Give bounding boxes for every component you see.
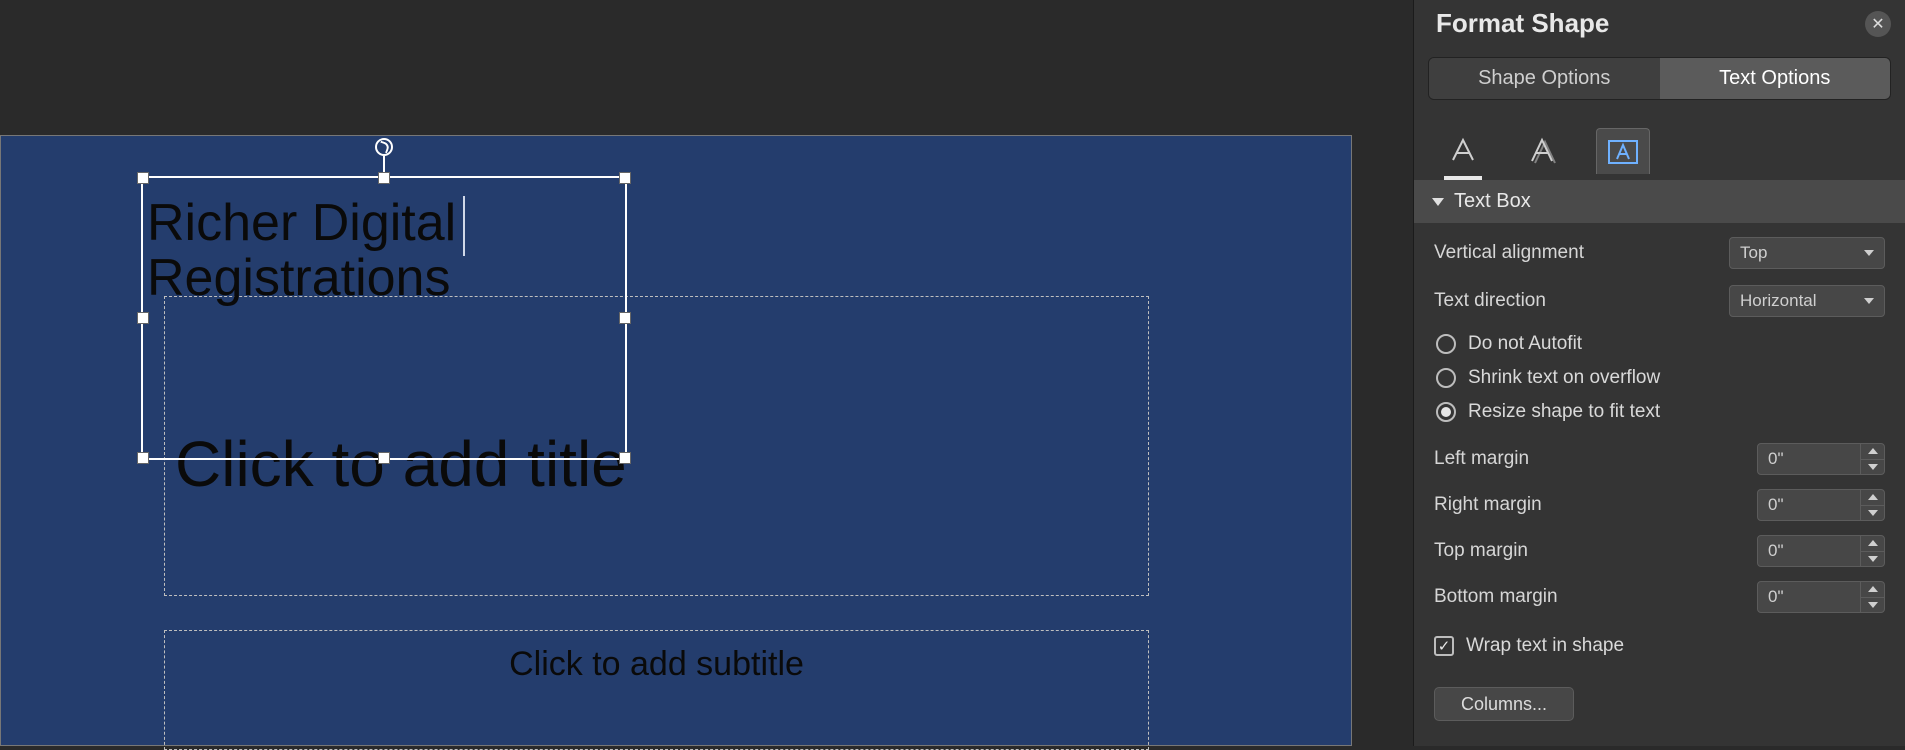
stepper-up-button[interactable]: [1861, 444, 1884, 460]
options-tabs: Shape Options Text Options: [1428, 57, 1891, 100]
radio-icon: [1436, 402, 1456, 422]
bottom-margin-value: 0": [1758, 582, 1860, 612]
chevron-down-icon: [1432, 198, 1444, 206]
chevron-down-icon: [1864, 250, 1874, 256]
chevron-up-icon: [1868, 448, 1878, 454]
slide[interactable]: Click to add title Click to add subtitle…: [0, 135, 1352, 746]
textbox-icon: [1606, 137, 1640, 167]
radio-label: Do not Autofit: [1468, 333, 1582, 355]
bottom-margin-label: Bottom margin: [1434, 586, 1558, 608]
format-shape-panel: Format Shape ✕ Shape Options Text Option…: [1413, 0, 1905, 746]
radio-do-not-autofit[interactable]: Do not Autofit: [1436, 333, 1885, 355]
subtitle-placeholder[interactable]: Click to add subtitle: [164, 630, 1149, 750]
left-margin-label: Left margin: [1434, 448, 1529, 470]
stepper-down-button[interactable]: [1861, 460, 1884, 475]
radio-label: Resize shape to fit text: [1468, 401, 1660, 423]
radio-shrink-on-overflow[interactable]: Shrink text on overflow: [1436, 367, 1885, 389]
wrap-text-label: Wrap text in shape: [1466, 635, 1624, 657]
row-text-direction: Text direction Horizontal: [1434, 285, 1885, 317]
stepper-up-button[interactable]: [1861, 490, 1884, 506]
margin-rows: Left margin 0" Right margin 0": [1434, 443, 1885, 613]
stepper-buttons: [1860, 536, 1884, 566]
panel-header: Format Shape ✕: [1414, 0, 1905, 57]
chevron-down-icon: [1868, 464, 1878, 470]
stepper-down-button[interactable]: [1861, 598, 1884, 613]
columns-button[interactable]: Columns...: [1434, 687, 1574, 721]
section-textbox-label: Text Box: [1454, 190, 1531, 213]
radio-icon: [1436, 368, 1456, 388]
right-margin-value: 0": [1758, 490, 1860, 520]
row-right-margin: Right margin 0": [1434, 489, 1885, 521]
text-effects-icon: [1527, 136, 1559, 166]
stepper-buttons: [1860, 490, 1884, 520]
row-top-margin: Top margin 0": [1434, 535, 1885, 567]
radio-resize-to-fit[interactable]: Resize shape to fit text: [1436, 401, 1885, 423]
wrap-text-checkbox-row[interactable]: Wrap text in shape: [1434, 635, 1885, 657]
row-bottom-margin: Bottom margin 0": [1434, 581, 1885, 613]
close-panel-button[interactable]: ✕: [1865, 11, 1891, 37]
left-margin-value: 0": [1758, 444, 1860, 474]
selected-textbox[interactable]: Richer Digital Registrations: [141, 176, 627, 460]
resize-handle-bl[interactable]: [137, 452, 149, 464]
text-effects-tab[interactable]: [1516, 128, 1570, 174]
right-margin-stepper[interactable]: 0": [1757, 489, 1885, 521]
section-textbox-body: Vertical alignment Top Text direction Ho…: [1414, 223, 1905, 731]
textbox-tab[interactable]: [1596, 128, 1650, 174]
bottom-margin-stepper[interactable]: 0": [1757, 581, 1885, 613]
columns-button-label: Columns...: [1461, 694, 1547, 715]
stepper-down-button[interactable]: [1861, 552, 1884, 567]
stepper-buttons: [1860, 582, 1884, 612]
radio-label: Shrink text on overflow: [1468, 367, 1660, 389]
chevron-down-icon: [1868, 602, 1878, 608]
text-direction-label: Text direction: [1434, 290, 1546, 312]
underline-icon: [1444, 176, 1482, 180]
text-fill-outline-tab[interactable]: [1436, 128, 1490, 174]
subtitle-placeholder-text: Click to add subtitle: [165, 645, 1148, 684]
vertical-alignment-value: Top: [1740, 243, 1767, 263]
resize-handle-tr[interactable]: [619, 172, 631, 184]
left-margin-stepper[interactable]: 0": [1757, 443, 1885, 475]
slide-workspace: Click to add title Click to add subtitle…: [0, 0, 1413, 746]
chevron-up-icon: [1868, 586, 1878, 592]
resize-handle-bm[interactable]: [378, 452, 390, 464]
resize-handle-ml[interactable]: [137, 312, 149, 324]
row-left-margin: Left margin 0": [1434, 443, 1885, 475]
tab-shape-options[interactable]: Shape Options: [1429, 58, 1660, 99]
panel-title: Format Shape: [1436, 8, 1609, 39]
resize-handle-tl[interactable]: [137, 172, 149, 184]
top-margin-value: 0": [1758, 536, 1860, 566]
chevron-down-icon: [1868, 510, 1878, 516]
autofit-radio-group: Do not Autofit Shrink text on overflow R…: [1434, 333, 1885, 423]
vertical-alignment-dropdown[interactable]: Top: [1729, 237, 1885, 269]
stepper-down-button[interactable]: [1861, 506, 1884, 521]
resize-handle-br[interactable]: [619, 452, 631, 464]
text-direction-dropdown[interactable]: Horizontal: [1729, 285, 1885, 317]
resize-handle-mr[interactable]: [619, 312, 631, 324]
text-fill-icon: [1447, 136, 1479, 166]
resize-handle-tm[interactable]: [378, 172, 390, 184]
right-margin-label: Right margin: [1434, 494, 1542, 516]
stepper-up-button[interactable]: [1861, 582, 1884, 598]
text-option-icon-tabs: [1414, 118, 1905, 174]
textbox-text[interactable]: Richer Digital Registrations: [147, 196, 456, 305]
top-margin-stepper[interactable]: 0": [1757, 535, 1885, 567]
close-icon: ✕: [1871, 14, 1884, 34]
stepper-up-button[interactable]: [1861, 536, 1884, 552]
vertical-alignment-label: Vertical alignment: [1434, 242, 1584, 264]
chevron-up-icon: [1868, 540, 1878, 546]
row-vertical-alignment: Vertical alignment Top: [1434, 237, 1885, 269]
chevron-down-icon: [1864, 298, 1874, 304]
chevron-down-icon: [1868, 556, 1878, 562]
top-margin-label: Top margin: [1434, 540, 1528, 562]
tab-text-options[interactable]: Text Options: [1660, 58, 1891, 99]
radio-icon: [1436, 334, 1456, 354]
text-caret: [463, 196, 465, 256]
stepper-buttons: [1860, 444, 1884, 474]
section-textbox-header[interactable]: Text Box: [1414, 180, 1905, 223]
chevron-up-icon: [1868, 494, 1878, 500]
checkbox-icon: [1434, 636, 1454, 656]
text-direction-value: Horizontal: [1740, 291, 1817, 311]
rotation-handle-icon[interactable]: [375, 138, 393, 156]
